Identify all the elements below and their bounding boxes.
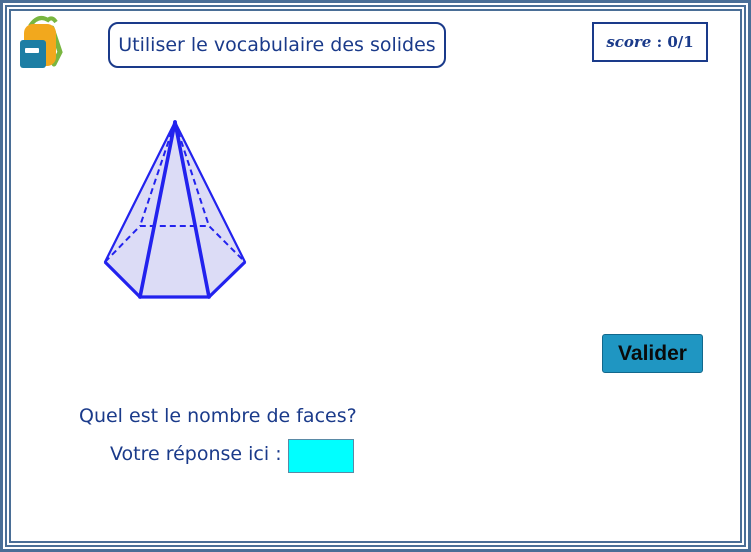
page-title: Utiliser le vocabulaire des solides: [108, 22, 446, 68]
score-display: score : 0/1: [592, 22, 708, 62]
answer-input[interactable]: [288, 439, 354, 473]
question-text: Quel est le nombre de faces?: [79, 405, 357, 427]
score-label: score: [606, 33, 652, 51]
score-value: 0/1: [667, 33, 694, 51]
answer-label: Votre réponse ici :: [110, 443, 282, 465]
validate-button[interactable]: Valider: [602, 334, 703, 373]
hexagonal-pyramid-icon: [96, 112, 256, 308]
backpack-icon: [16, 14, 68, 70]
score-separator: :: [651, 33, 668, 51]
